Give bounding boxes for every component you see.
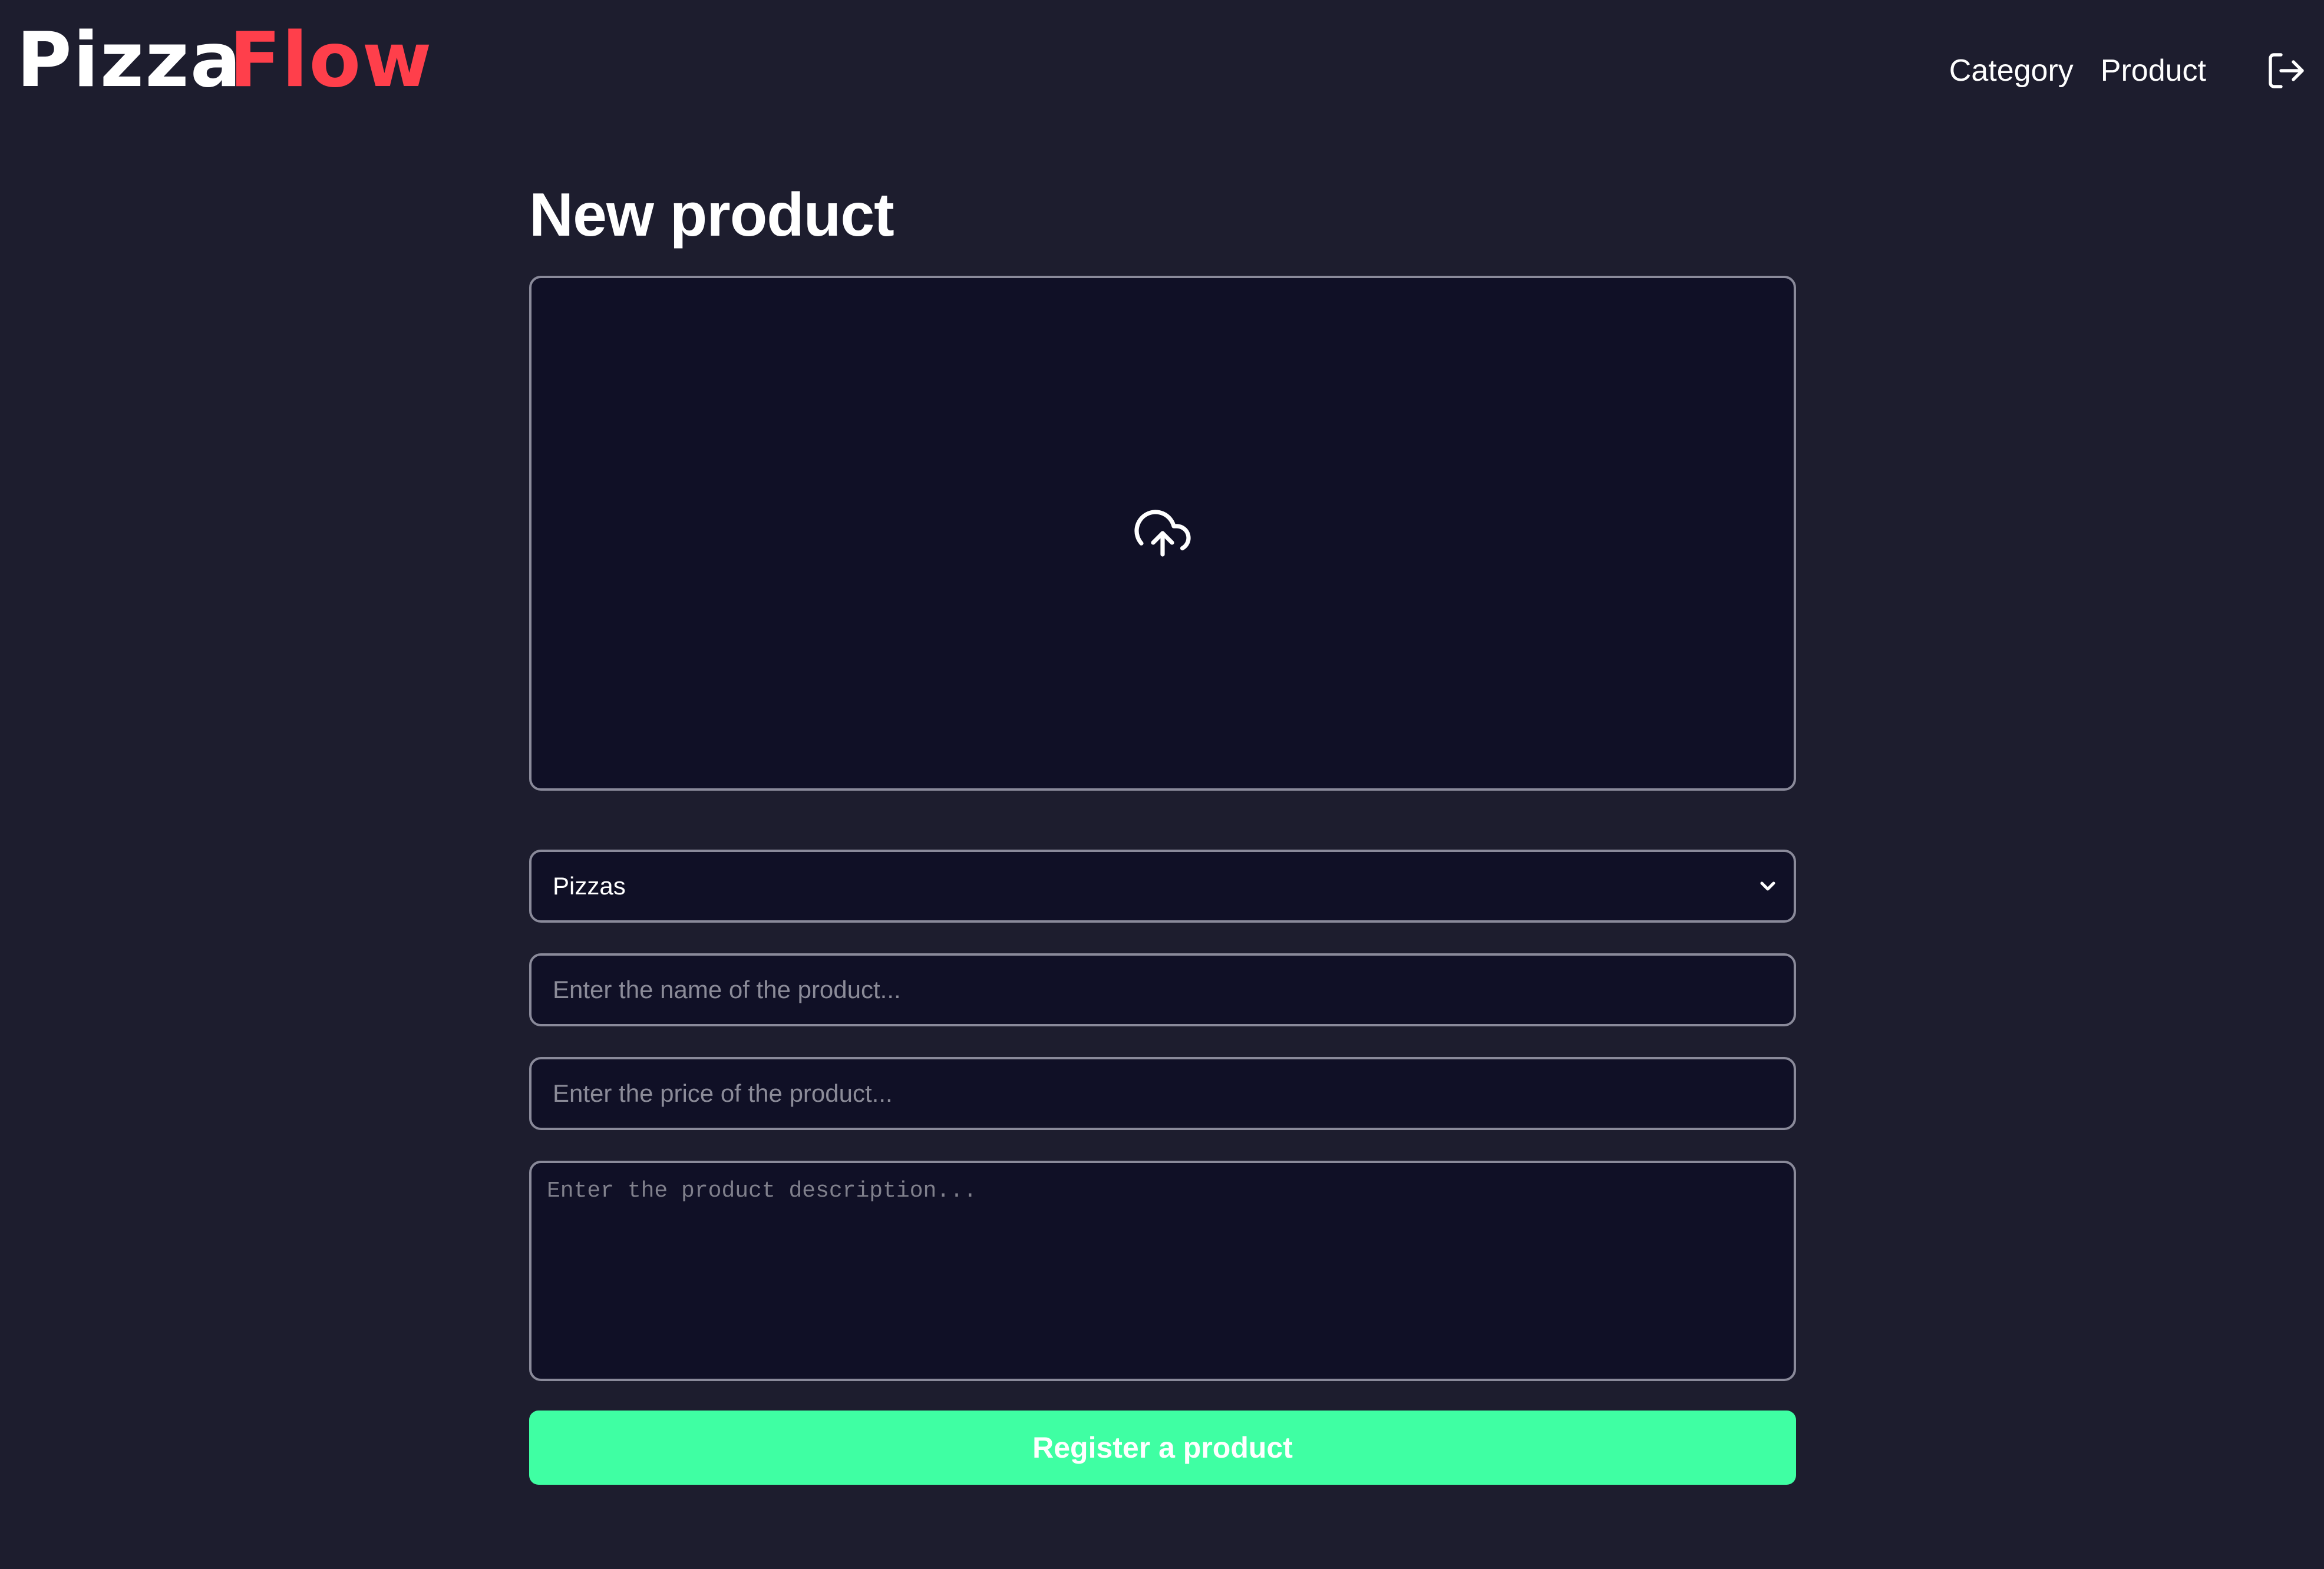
product-description-input[interactable] xyxy=(529,1161,1796,1381)
header: Pizza Flow Category Product xyxy=(0,0,2324,136)
logo-text-pizza: Pizza xyxy=(16,16,243,104)
category-select-value: Pizzas xyxy=(553,872,626,900)
product-name-input[interactable] xyxy=(529,953,1796,1026)
cloud-upload-icon xyxy=(1133,504,1192,563)
image-upload-area[interactable] xyxy=(529,276,1796,791)
logo-text-flow: Flow xyxy=(229,16,433,104)
top-nav: Category Product xyxy=(1949,41,2324,100)
product-form: New product Pizzas Register a product xyxy=(529,171,1796,1485)
page: Pizza Flow Category Product New product xyxy=(0,0,2324,1569)
product-price-input[interactable] xyxy=(529,1057,1796,1130)
logout-button[interactable] xyxy=(2263,47,2310,94)
logout-icon xyxy=(2269,53,2304,88)
chevron-down-icon xyxy=(1756,874,1780,898)
page-title: New product xyxy=(529,181,894,249)
logo: Pizza Flow xyxy=(16,16,433,105)
category-select[interactable]: Pizzas xyxy=(529,850,1796,923)
nav-link-product[interactable]: Product xyxy=(2101,41,2206,100)
register-product-button[interactable]: Register a product xyxy=(529,1411,1796,1485)
nav-link-category[interactable]: Category xyxy=(1949,41,2074,100)
